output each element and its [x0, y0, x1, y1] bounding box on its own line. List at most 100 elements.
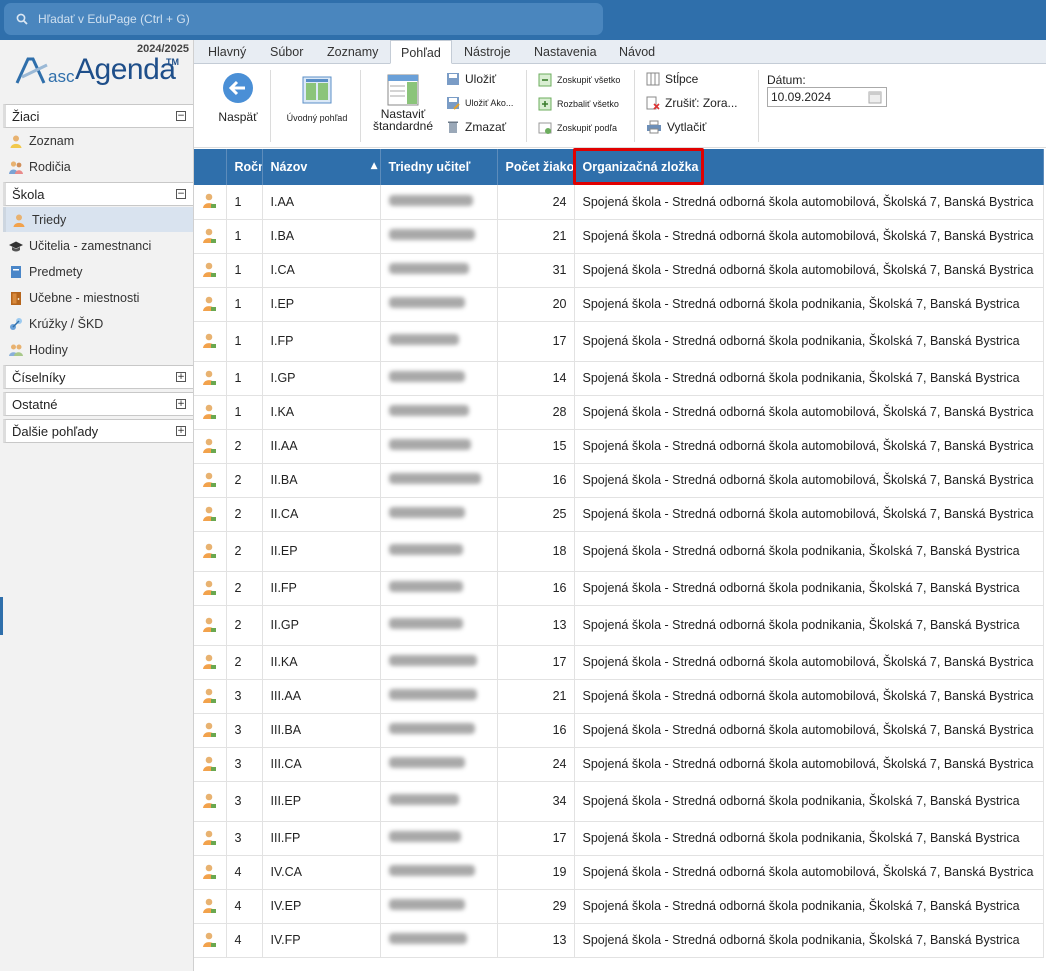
table-row[interactable]: 1 I.FP 17 Spojená škola - Stredná odborná š… [194, 321, 1044, 362]
section-ciselniky[interactable]: Číselníky + [3, 365, 193, 389]
tab-nastroje[interactable]: Nástroje [464, 40, 511, 64]
cell-teacher-redacted [380, 531, 498, 572]
group-by-icon [538, 122, 552, 134]
sidebar-item-zoznam[interactable]: Zoznam [3, 128, 193, 153]
sidebar-item-label: Učitelia - zamestnanci [29, 238, 152, 253]
section-skola[interactable]: Škola − [3, 182, 193, 206]
table-row[interactable]: 1 I.GP 14 Spojená škola - Stredná odborná š… [194, 361, 1044, 396]
table-row[interactable]: 2 II.GP 13 Spojená škola - Stredná odborná … [194, 605, 1044, 646]
sidebar-item-kruzky[interactable]: Krúžky / ŠKD [3, 311, 193, 336]
sidebar-item-rodicia[interactable]: Rodičia [3, 154, 193, 179]
table-row[interactable]: 2 II.FP 16 Spojená škola - Stredná odborná … [194, 571, 1044, 606]
default-view-button[interactable]: Úvodný pohľad [282, 76, 352, 123]
group-all-button[interactable]: Zoskupiť všetko [538, 73, 620, 87]
cell-pocet: 28 [497, 395, 575, 430]
cell-teacher-redacted [380, 923, 498, 958]
cell-nazov: II.AA [262, 429, 381, 464]
class-icon [203, 830, 216, 845]
tab-subor[interactable]: Súbor [270, 40, 303, 64]
class-row-cell [194, 361, 227, 396]
collapse-icon[interactable]: − [176, 111, 186, 121]
sidebar-item-ucebne[interactable]: Učebne - miestnosti [3, 285, 193, 310]
column-header-rocnik[interactable]: Ročník [226, 149, 263, 185]
expand-all-button[interactable]: Rozbaliť všetko [538, 97, 619, 111]
section-ziaci[interactable]: Žiaci − [3, 104, 193, 128]
table-row[interactable]: 2 II.KA 17 Spojená škola - Stredná odborná … [194, 645, 1044, 680]
table-row[interactable]: 2 II.AA 15 Spojená škola - Stredná odborná … [194, 429, 1044, 464]
tab-hlavny[interactable]: Hlavný [208, 40, 246, 64]
date-field[interactable]: 10.09.2024 [767, 87, 887, 107]
print-button[interactable]: Vytlačiť [646, 120, 706, 134]
table-row[interactable]: 4 IV.CA 19 Spojená škola - Stredná odborná … [194, 855, 1044, 890]
class-icon [203, 404, 216, 419]
table-row[interactable]: 3 III.AA 21 Spojená škola - Stredná odborná… [194, 679, 1044, 714]
expand-all-label: Rozbaliť všetko [557, 99, 619, 109]
table-row[interactable]: 4 IV.EP 29 Spojená škola - Stredná odborná … [194, 889, 1044, 924]
cancel-sort-button[interactable]: Zrušiť: Zora... [646, 96, 738, 110]
tab-pohlad[interactable]: Pohľad [390, 40, 452, 64]
table-row[interactable]: 2 II.BA 16 Spojená škola - Stredná odborná … [194, 463, 1044, 498]
table-row[interactable]: 1 I.AA 24 Spojená škola - Stredná odborná š… [194, 185, 1044, 220]
set-standard-button[interactable]: Nastaviť štandardné [370, 74, 436, 132]
tab-nastavenia[interactable]: Nastavenia [534, 40, 597, 64]
table-row[interactable]: 3 III.EP 34 Spojená škola - Stredná odborná… [194, 781, 1044, 822]
cell-teacher-redacted [380, 781, 498, 822]
table-row[interactable]: 4 IV.FP 13 Spojená škola - Stredná odborná … [194, 923, 1044, 958]
delete-button[interactable]: Zmazať [446, 120, 506, 134]
print-label: Vytlačiť [667, 120, 707, 134]
save-as-button[interactable]: Uložiť Ako... [446, 96, 513, 110]
table-row[interactable]: 3 III.FP 17 Spojená škola - Stredná odborná… [194, 821, 1044, 856]
column-header-pocet-ziakov[interactable]: Počet žiakov [497, 149, 575, 185]
tab-navod[interactable]: Návod [619, 40, 655, 64]
class-icon [203, 506, 216, 521]
cancel-sort-label: Zrušiť: Zora... [665, 96, 738, 110]
sidebar-item-label: Predmety [29, 264, 83, 279]
calendar-icon[interactable] [868, 90, 882, 104]
logo-name: Agenda [75, 53, 176, 86]
group-by-button[interactable]: Zoskupiť podľa [538, 121, 617, 135]
sidebar-item-hodiny[interactable]: Hodiny [3, 337, 193, 362]
class-icon [203, 333, 216, 348]
table-row[interactable]: 3 III.CA 24 Spojená škola - Stredná odborná… [194, 747, 1044, 782]
table-row[interactable]: 3 III.BA 16 Spojená škola - Stredná odborná… [194, 713, 1044, 748]
cell-rocnik: 2 [226, 429, 263, 464]
cell-teacher-redacted [380, 679, 498, 714]
table-row[interactable]: 1 I.KA 28 Spojená škola - Stredná odborná š… [194, 395, 1044, 430]
expand-icon[interactable]: + [176, 399, 186, 409]
column-header-nazov[interactable]: Názov ▲ [262, 149, 381, 185]
search-input[interactable]: Hľadať v EduPage (Ctrl + G) [4, 3, 603, 35]
search-placeholder: Hľadať v EduPage (Ctrl + G) [38, 12, 190, 26]
sidebar-resize-handle[interactable] [0, 597, 3, 635]
expand-icon[interactable]: + [176, 372, 186, 382]
expand-icon[interactable]: + [176, 426, 186, 436]
table-row[interactable]: 2 II.EP 18 Spojená škola - Stredná odborná … [194, 531, 1044, 572]
delete-label: Zmazať [465, 120, 507, 134]
redacted-name [388, 544, 463, 555]
cell-org: Spojená škola - Stredná odborná škola po… [574, 287, 1044, 322]
sidebar-item-predmety[interactable]: Predmety [3, 259, 193, 284]
cell-teacher-redacted [380, 219, 498, 254]
logo-asc: asc [48, 67, 75, 86]
table-row[interactable]: 1 I.CA 31 Spojená škola - Stredná odborná š… [194, 253, 1044, 288]
tab-zoznamy[interactable]: Zoznamy [327, 40, 378, 64]
columns-button[interactable]: Stĺpce [646, 72, 698, 86]
section-dalsie[interactable]: Ďalšie pohľady + [3, 419, 193, 443]
back-button[interactable]: Naspäť [218, 72, 258, 124]
table-row[interactable]: 1 I.EP 20 Spojená škola - Stredná odborná š… [194, 287, 1044, 322]
redacted-name [388, 581, 463, 592]
cell-pocet: 21 [497, 679, 575, 714]
sidebar-item-ucitelia[interactable]: Učitelia - zamestnanci [3, 233, 193, 258]
save-button[interactable]: Uložiť [446, 72, 496, 86]
column-header-triedny-ucitel[interactable]: Triedny učiteľ [380, 149, 498, 185]
cell-teacher-redacted [380, 889, 498, 924]
table-row[interactable]: 2 II.CA 25 Spojená škola - Stredná odborná … [194, 497, 1044, 532]
cell-rocnik: 3 [226, 747, 263, 782]
table-row[interactable]: 1 I.BA 21 Spojená škola - Stredná odborná š… [194, 219, 1044, 254]
collapse-icon[interactable]: − [176, 189, 186, 199]
section-ostatne[interactable]: Ostatné + [3, 392, 193, 416]
redacted-name [388, 831, 461, 842]
cell-nazov: II.CA [262, 497, 381, 532]
cell-nazov: I.BA [262, 219, 381, 254]
sidebar-item-triedy[interactable]: Triedy [3, 207, 193, 232]
collapse-all-icon [538, 73, 552, 87]
